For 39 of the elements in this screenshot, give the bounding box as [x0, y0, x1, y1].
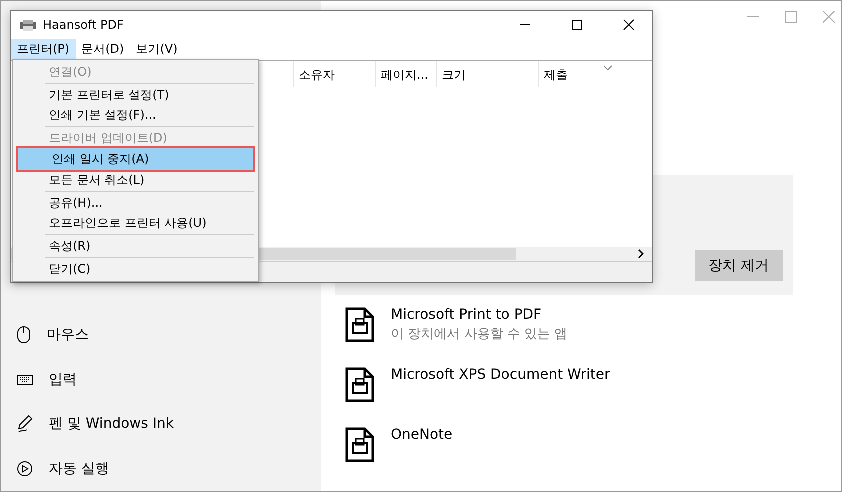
column-header[interactable]: 제출	[538, 61, 603, 87]
menu-item[interactable]: 닫기(C)	[15, 259, 256, 279]
menu-item[interactable]: 속성(R)	[15, 236, 256, 256]
menu-item[interactable]: 인쇄 일시 중지(A)	[18, 148, 253, 170]
sidebar-item[interactable]: 펜 및 Windows Ink	[1, 402, 321, 446]
maximize-icon	[571, 19, 583, 31]
menu-item[interactable]: 공유(H)...	[15, 193, 256, 213]
menu-bar-item[interactable]: 프린터(P)	[11, 39, 76, 60]
menu-item[interactable]: 모든 문서 취소(L)	[15, 170, 256, 190]
printer-icon	[19, 19, 37, 31]
sidebar-item[interactable]: 입력	[1, 358, 321, 402]
column-header[interactable]: 크기	[436, 61, 538, 87]
printer-name[interactable]: OneNote	[391, 427, 453, 443]
printer-document-icon	[345, 307, 375, 343]
close-icon[interactable]	[823, 11, 835, 23]
remove-device-button[interactable]: 장치 제거	[694, 250, 783, 281]
menu-bar-item[interactable]: 보기(V)	[130, 39, 184, 60]
play-icon	[17, 460, 33, 477]
printer-name[interactable]: Microsoft Print to PDF	[391, 307, 568, 323]
chevron-down-icon[interactable]	[603, 65, 613, 71]
column-header[interactable]: 소유자	[293, 61, 375, 87]
printer-document-icon	[345, 367, 375, 403]
sidebar-item[interactable]: 자동 실행	[1, 446, 321, 491]
printer-name[interactable]: Microsoft XPS Document Writer	[391, 367, 610, 383]
column-header[interactable]: 페이지...	[375, 61, 436, 87]
mouse-icon	[17, 326, 31, 344]
sidebar-item[interactable]: 마우스	[1, 313, 321, 358]
menu-item[interactable]: 인쇄 기본 설정(F)...	[15, 105, 256, 125]
printer-subtitle: 이 장치에서 사용할 수 있는 앱	[391, 326, 568, 343]
pen-icon	[17, 415, 33, 434]
keyboard-icon	[17, 374, 33, 385]
chevron-right-icon[interactable]	[638, 249, 644, 259]
menu-item[interactable]: 오프라인으로 프린터 사용(U)	[15, 213, 256, 233]
maximize-icon[interactable]	[785, 11, 797, 23]
printer-document-icon	[345, 427, 375, 463]
menu-item[interactable]: 기본 프린터로 설정(T)	[15, 85, 256, 105]
close-icon	[623, 19, 635, 31]
menu-bar-item[interactable]: 문서(D)	[76, 39, 130, 60]
window-title: Haansoft PDF	[43, 18, 125, 32]
